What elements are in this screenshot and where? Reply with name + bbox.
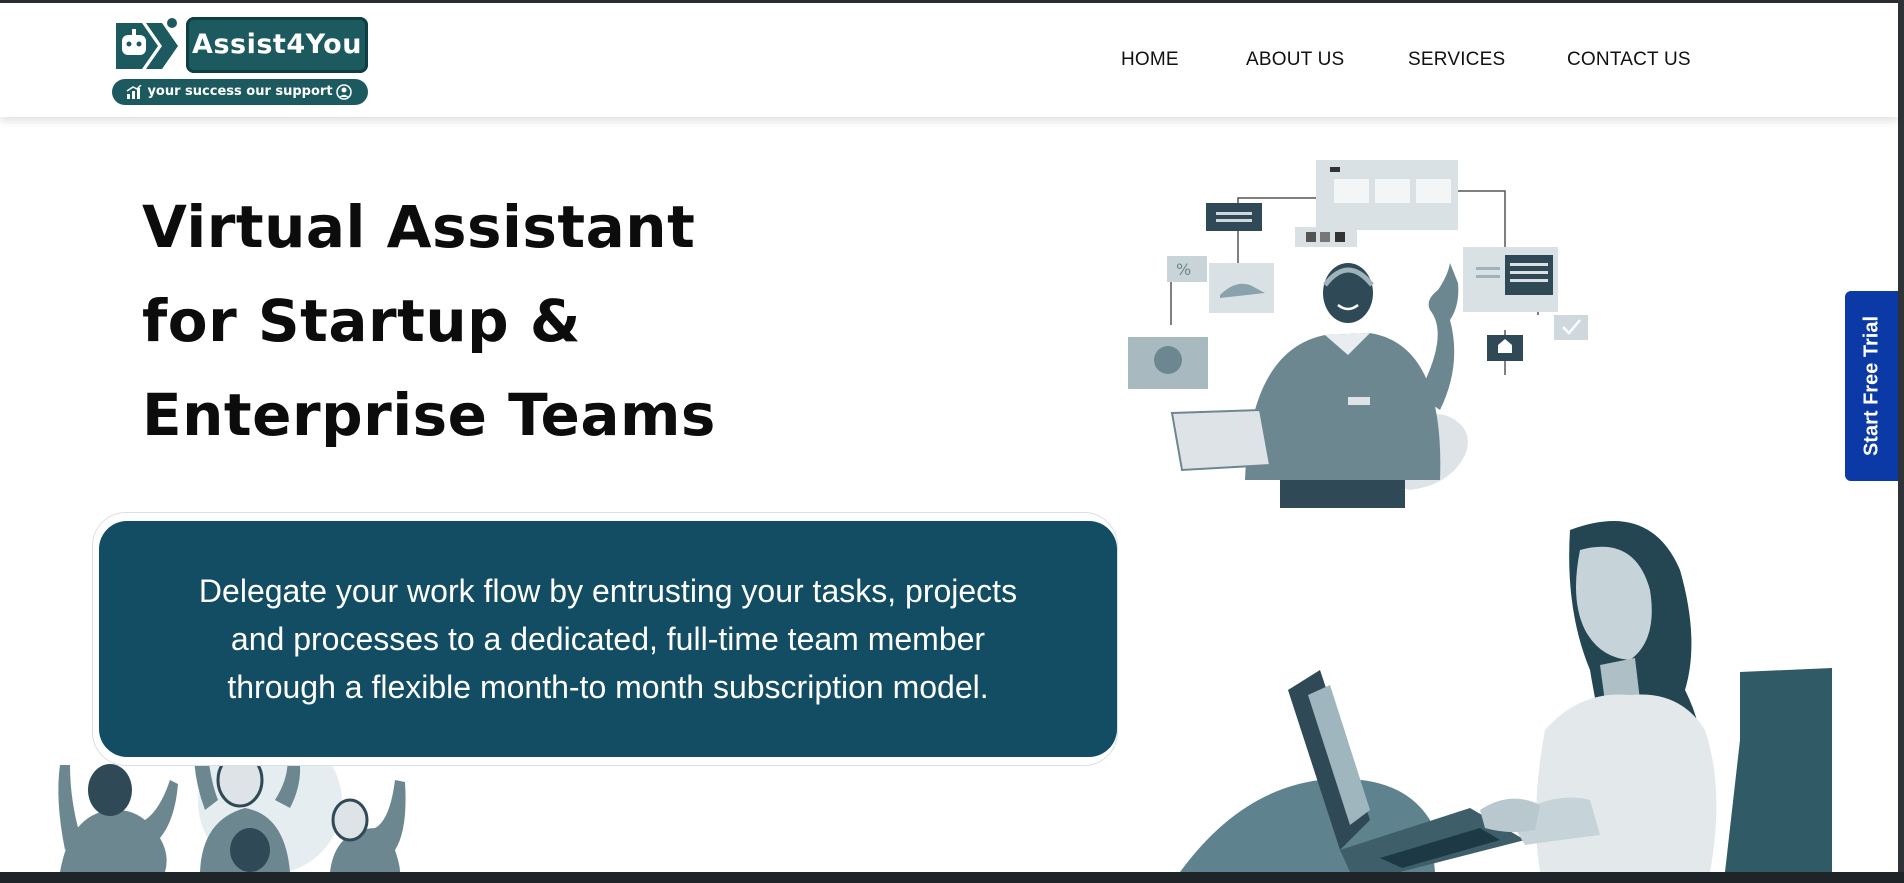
headline-line: Enterprise Teams	[142, 381, 716, 449]
window-bottom-edge	[0, 872, 1904, 883]
virtual-assistant-illustration: %	[1128, 160, 1588, 508]
support-agent-icon	[336, 84, 352, 100]
description-line: Delegate your work flow by entrusting yo…	[198, 573, 1018, 609]
svg-text:%: %	[1176, 260, 1191, 279]
hero-description: Delegate your work flow by entrusting yo…	[99, 521, 1117, 757]
brand-logo[interactable]: Assist4You your success our support	[112, 17, 368, 105]
trial-label: Start Free Trial	[1860, 315, 1882, 457]
brand-tagline-bar: your success our support	[112, 79, 368, 105]
growth-chart-icon	[126, 85, 142, 99]
nav-contact-us[interactable]: CONTACT US	[1567, 49, 1691, 71]
description-line: and processes to a dedicated, full-time …	[230, 621, 986, 657]
robot-chevron-logo-icon	[116, 18, 178, 69]
brand-tagline: your success our support	[147, 84, 333, 99]
window-right-edge	[1898, 0, 1904, 872]
description-line: through a flexible month-to month subscr…	[227, 669, 989, 705]
site-header: Assist4You your success our support HOME…	[0, 3, 1898, 117]
hero-headline: Virtual Assistant for Startup & Enterpri…	[142, 180, 782, 462]
headline-line: for Startup &	[142, 287, 581, 355]
headline-line: Virtual Assistant	[142, 193, 696, 261]
brand-name: Assist4You	[186, 17, 368, 73]
nav-about-us[interactable]: ABOUT US	[1246, 49, 1344, 71]
start-free-trial-tab[interactable]: Start Free Trial	[1845, 291, 1898, 481]
woman-with-laptop-photo	[1180, 521, 1832, 872]
nav-services[interactable]: SERVICES	[1408, 49, 1505, 71]
nav-home[interactable]: HOME	[1121, 49, 1179, 71]
